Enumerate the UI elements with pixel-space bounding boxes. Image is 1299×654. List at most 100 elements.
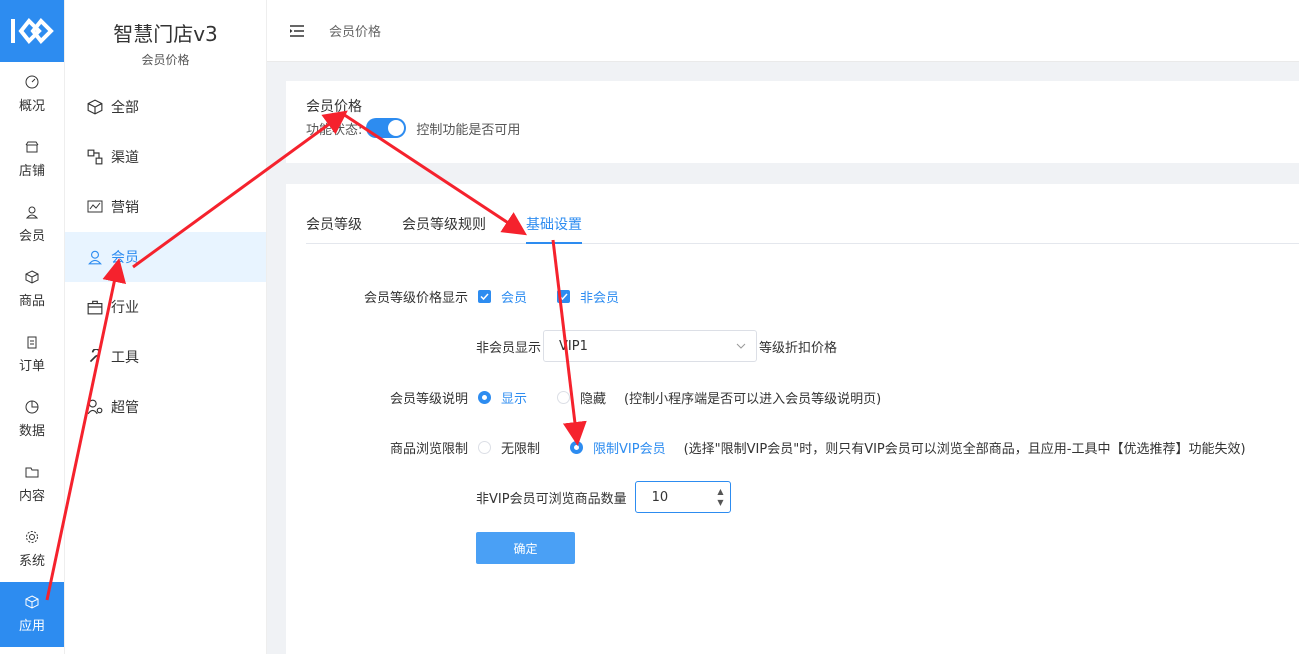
dashboard-icon <box>25 75 39 89</box>
vip-level-value: VIP1 <box>559 338 588 354</box>
settings-panel: 会员等级 会员等级规则 基础设置 会员等级价格显示 会员 非会员 非会员显示 V… <box>286 184 1299 654</box>
stepper-arrows[interactable]: ▲ ▼ <box>717 486 723 508</box>
brand-sub: 会员价格 <box>127 51 204 68</box>
submenu-label: 营销 <box>111 200 139 216</box>
limit-vip-radio-label[interactable]: 限制VIP会员 <box>593 438 666 457</box>
browse-count-stepper[interactable]: 10 ▲ ▼ <box>634 481 731 513</box>
status-label: 功能状态: <box>306 122 363 138</box>
no-limit-radio[interactable] <box>478 441 491 454</box>
tab-member-level[interactable]: 会员等级 <box>306 214 362 244</box>
submenu-admin[interactable]: 超管 <box>65 382 266 432</box>
switch-description: 控制功能是否可用 <box>416 122 521 138</box>
nav-goods[interactable]: 商品 <box>0 257 64 322</box>
channel-icon <box>87 149 103 165</box>
nav-label: 内容 <box>18 489 45 504</box>
nonmember-checkbox-label[interactable]: 非会员 <box>580 287 619 306</box>
submenu-label: 行业 <box>111 300 139 316</box>
nav-apps[interactable]: 应用 <box>0 582 64 647</box>
submenu-industry[interactable]: 行业 <box>65 282 266 332</box>
show-radio-label[interactable]: 显示 <box>501 388 527 407</box>
submenu-label: 全部 <box>111 100 139 116</box>
hide-radio-label[interactable]: 隐藏 <box>580 388 606 407</box>
submenu-marketing[interactable]: 营销 <box>65 182 266 232</box>
submenu-label: 超管 <box>111 400 139 416</box>
nav-label: 订单 <box>18 359 45 374</box>
browse-count-label: 非VIP会员可浏览商品数量 <box>476 491 627 507</box>
briefcase-icon <box>87 299 103 315</box>
feature-switch[interactable] <box>366 118 407 138</box>
gear-icon <box>26 531 38 543</box>
feature-panel: 会员价格 功能状态: 控制功能是否可用 <box>286 81 1299 163</box>
price-display-row: 会员等级价格显示 会员 非会员 <box>346 287 619 306</box>
nonmember-display-label: 非会员显示 <box>476 340 542 356</box>
nonmember-checkbox[interactable] <box>557 290 571 303</box>
submenu-member[interactable]: 会员 <box>65 232 266 282</box>
page-title: 会员价格 <box>306 99 362 115</box>
cube-icon <box>87 99 103 115</box>
folder-icon <box>25 467 39 478</box>
show-radio[interactable] <box>478 391 491 404</box>
clipboard-icon <box>27 336 37 349</box>
browse-count-row: 非VIP会员可浏览商品数量 10 ▲ ▼ <box>476 481 731 513</box>
check-icon <box>480 293 489 301</box>
brand-name: 智慧门店v3 <box>113 22 218 46</box>
nav-member[interactable]: 会员 <box>0 192 64 257</box>
nonmember-display-row: 非会员显示 VIP1 等级折扣价格 <box>476 330 837 362</box>
nav-overview[interactable]: 概况 <box>0 62 64 127</box>
tab-basic-settings[interactable]: 基础设置 <box>526 214 582 244</box>
box-icon <box>25 270 39 284</box>
hide-radio[interactable] <box>557 391 571 404</box>
submenu-tools[interactable]: 工具 <box>65 332 266 382</box>
menu-toggle-icon[interactable] <box>289 24 305 38</box>
no-limit-radio-label[interactable]: 无限制 <box>501 438 540 457</box>
submenu-all[interactable]: 全部 <box>65 82 266 132</box>
tab-level-rules[interactable]: 会员等级规则 <box>402 214 486 244</box>
check-icon <box>559 293 568 301</box>
browse-limit-row: 商品浏览限制 无限制 限制VIP会员 (选择"限制VIP会员"时，则只有VIP会… <box>346 438 1246 457</box>
breadcrumb[interactable]: 会员价格 <box>329 21 381 40</box>
nav-shop[interactable]: 店铺 <box>0 127 64 192</box>
admin-icon <box>87 399 103 415</box>
pie-chart-icon <box>25 400 39 414</box>
app-logo[interactable] <box>0 0 64 62</box>
nav-label: 数据 <box>18 424 45 439</box>
nav-content[interactable]: 内容 <box>0 452 64 517</box>
browse-limit-hint: (选择"限制VIP会员"时，则只有VIP会员可以浏览全部商品，且应用-工具中【优… <box>683 442 1246 457</box>
user-icon <box>87 249 103 265</box>
vip-level-select[interactable]: VIP1 <box>543 330 758 362</box>
submenu-label: 渠道 <box>111 150 139 166</box>
member-checkbox[interactable] <box>478 290 491 303</box>
nav-label: 应用 <box>18 619 45 634</box>
increment-icon[interactable]: ▲ <box>717 486 723 497</box>
brand: 智慧门店v3 会员价格 <box>65 0 266 68</box>
member-checkbox-label[interactable]: 会员 <box>501 287 527 306</box>
level-desc-hint: (控制小程序端是否可以进入会员等级说明页) <box>624 392 882 407</box>
chart-icon <box>87 199 103 215</box>
user-icon <box>25 206 39 219</box>
confirm-button[interactable]: 确定 <box>476 532 575 564</box>
level-desc-row: 会员等级说明 显示 隐藏 (控制小程序端是否可以进入会员等级说明页) <box>346 388 881 407</box>
nav-label: 商品 <box>18 294 45 309</box>
tab-bar: 会员等级 会员等级规则 基础设置 <box>306 214 1299 244</box>
decrement-icon[interactable]: ▼ <box>717 497 723 508</box>
submenu-label: 工具 <box>111 350 139 366</box>
primary-sidebar: 概况 店铺 会员 商品 订单 数据 内容 系统 应用 <box>0 0 65 654</box>
logo-icon <box>11 18 54 44</box>
browse-limit-label: 商品浏览限制 <box>389 442 468 457</box>
nav-order[interactable]: 订单 <box>0 322 64 387</box>
price-display-label: 会员等级价格显示 <box>363 291 468 306</box>
top-header: 会员价格 <box>267 0 1299 62</box>
browse-count-value: 10 <box>651 489 669 505</box>
nav-label: 系统 <box>18 554 45 569</box>
submenu-channel[interactable]: 渠道 <box>65 132 266 182</box>
nav-system[interactable]: 系统 <box>0 517 64 582</box>
status-row: 功能状态: 控制功能是否可用 <box>306 118 1279 138</box>
nav-data[interactable]: 数据 <box>0 387 64 452</box>
chevron-down-icon <box>736 343 746 349</box>
nav-label: 概况 <box>18 99 45 114</box>
app-box-icon <box>25 595 39 609</box>
limit-vip-radio[interactable] <box>570 441 584 454</box>
nav-label: 会员 <box>18 229 45 244</box>
shop-icon <box>25 141 39 153</box>
nonmember-display-suffix: 等级折扣价格 <box>759 340 838 356</box>
